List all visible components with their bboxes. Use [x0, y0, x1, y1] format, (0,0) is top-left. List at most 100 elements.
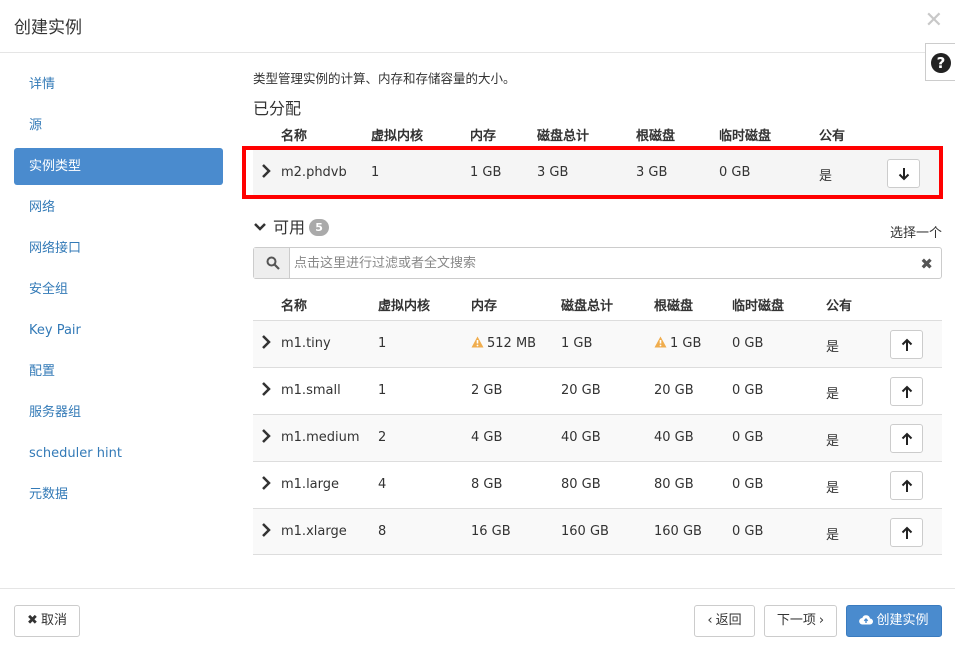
help-button[interactable]: ?: [925, 43, 955, 81]
flavor-public: 是: [826, 434, 840, 449]
col-vcpus: 虚拟内核: [371, 129, 424, 144]
select-one-hint: 选择一个: [889, 226, 942, 241]
sidebar-item-flavor[interactable]: 实例类型: [14, 148, 223, 185]
flavor-name: m1.tiny: [281, 336, 331, 351]
table-row[interactable]: m1.xlarge 8 16 GB 160 GB 160 GB 0 GB 是: [253, 508, 942, 555]
panel-description: 类型管理实例的计算、内存和存储容量的大小。: [253, 71, 516, 86]
available-title: 可用: [273, 218, 306, 237]
flavor-ephemeral: 0 GB: [732, 430, 764, 445]
flavor-disk-total: 20 GB: [561, 383, 601, 398]
warning-icon: [654, 336, 667, 348]
flavor-ephemeral: 0 GB: [732, 336, 764, 351]
sidebar-item-scheduler-hint[interactable]: scheduler hint: [14, 435, 223, 472]
allocate-button[interactable]: [890, 330, 923, 359]
flavor-ram: 2 GB: [471, 383, 503, 398]
flavor-ram: 16 GB: [471, 524, 511, 539]
dialog-footer: ✖ 取消 ‹ 返回 下一项 › 创建实例: [0, 588, 955, 648]
chevron-right-icon[interactable]: [261, 521, 271, 539]
col-disk-total: 磁盘总计: [561, 299, 614, 314]
next-button[interactable]: 下一项 ›: [764, 605, 837, 637]
flavor-ephemeral: 0 GB: [732, 524, 764, 539]
wizard-sidebar: 详情 源 实例类型 网络 网络接口 安全组 Key Pair 配置 服务器组 s…: [14, 66, 223, 517]
chevron-down-icon: [254, 223, 266, 231]
allocated-title: 已分配: [253, 99, 302, 118]
dialog-header: 创建实例 ✕: [0, 0, 955, 53]
flavor-disk-total: 80 GB: [561, 477, 601, 492]
sidebar-item-server-groups[interactable]: 服务器组: [14, 394, 223, 431]
create-instance-button[interactable]: 创建实例: [846, 605, 942, 637]
sidebar-item-security-groups[interactable]: 安全组: [14, 271, 223, 308]
arrow-up-icon: [901, 432, 913, 445]
flavor-root-disk: 1 GB: [654, 336, 701, 351]
flavor-public: 是: [826, 387, 840, 402]
flavor-vcpus: 8: [378, 524, 387, 539]
flavor-root-disk: 80 GB: [654, 477, 694, 492]
col-ram: 内存: [470, 129, 497, 144]
count-badge: 5: [309, 219, 330, 236]
chevron-right-icon[interactable]: [261, 333, 271, 351]
col-ephemeral: 临时磁盘: [719, 129, 772, 144]
flavor-disk-total: 1 GB: [561, 336, 593, 351]
col-ram: 内存: [471, 299, 498, 314]
allocate-button[interactable]: [890, 377, 923, 406]
highlight-box: [242, 146, 943, 199]
flavor-ram: 8 GB: [471, 477, 503, 492]
flavor-vcpus: 1: [378, 383, 387, 398]
sidebar-item-key-pair[interactable]: Key Pair: [14, 312, 223, 349]
flavor-disk-total: 40 GB: [561, 430, 601, 445]
flavor-vcpus: 1: [378, 336, 387, 351]
flavor-name: m1.small: [281, 383, 341, 398]
col-disk-total: 磁盘总计: [537, 129, 590, 144]
search-input[interactable]: [292, 248, 912, 278]
sidebar-item-metadata[interactable]: 元数据: [14, 476, 223, 513]
flavor-ram: 4 GB: [471, 430, 503, 445]
allocate-button[interactable]: [890, 471, 923, 500]
flavor-name: m1.large: [281, 477, 340, 492]
flavor-ephemeral: 0 GB: [732, 477, 764, 492]
flavor-public: 是: [826, 340, 840, 355]
chevron-right-icon: ›: [818, 613, 825, 628]
arrow-up-icon: [901, 385, 913, 398]
col-name: 名称: [281, 129, 308, 144]
flavor-public: 是: [826, 528, 840, 543]
col-root-disk: 根磁盘: [654, 299, 694, 314]
sidebar-item-details[interactable]: 详情: [14, 66, 223, 103]
flavor-name: m1.xlarge: [281, 524, 347, 539]
close-icon[interactable]: ✕: [925, 10, 943, 32]
arrow-up-icon: [901, 338, 913, 351]
search-bar: ✖: [253, 247, 942, 279]
dialog-title: 创建实例: [14, 18, 82, 38]
clear-search-icon[interactable]: ✖: [920, 255, 933, 273]
table-row[interactable]: m1.large 4 8 GB 80 GB 80 GB 0 GB 是: [253, 461, 942, 508]
table-row[interactable]: m1.small 1 2 GB 20 GB 20 GB 0 GB 是: [253, 367, 942, 414]
flavor-name: m1.medium: [281, 430, 360, 445]
chevron-right-icon[interactable]: [261, 380, 271, 398]
cloud-upload-icon: [859, 615, 874, 625]
allocate-button[interactable]: [890, 518, 923, 547]
help-icon: ?: [931, 53, 951, 73]
flavor-vcpus: 2: [378, 430, 387, 445]
flavor-root-disk: 20 GB: [654, 383, 694, 398]
flavor-root-disk: 160 GB: [654, 524, 702, 539]
col-vcpus: 虚拟内核: [378, 299, 431, 314]
chevron-right-icon[interactable]: [261, 474, 271, 492]
close-icon: ✖: [27, 613, 38, 628]
arrow-up-icon: [901, 526, 913, 539]
sidebar-item-configuration[interactable]: 配置: [14, 353, 223, 390]
flavor-ephemeral: 0 GB: [732, 383, 764, 398]
available-toggle[interactable]: 可用 5: [253, 214, 330, 238]
sidebar-item-network-ports[interactable]: 网络接口: [14, 230, 223, 267]
table-row[interactable]: m1.medium 2 4 GB 40 GB 40 GB 0 GB 是: [253, 414, 942, 461]
back-button[interactable]: ‹ 返回: [694, 605, 755, 637]
col-public: 公有: [826, 299, 853, 314]
sidebar-item-networks[interactable]: 网络: [14, 189, 223, 226]
chevron-right-icon[interactable]: [261, 427, 271, 445]
col-root-disk: 根磁盘: [636, 129, 676, 144]
chevron-left-icon: ‹: [707, 613, 713, 628]
cancel-button[interactable]: ✖ 取消: [14, 605, 80, 637]
arrow-up-icon: [901, 479, 913, 492]
table-row[interactable]: m1.tiny 1 512 MB 1 GB 1 GB 0 GB 是: [253, 320, 942, 367]
available-table-header: 名称 虚拟内核 内存 磁盘总计 根磁盘 临时磁盘 公有: [253, 292, 942, 314]
allocate-button[interactable]: [890, 424, 923, 453]
sidebar-item-source[interactable]: 源: [14, 107, 223, 144]
